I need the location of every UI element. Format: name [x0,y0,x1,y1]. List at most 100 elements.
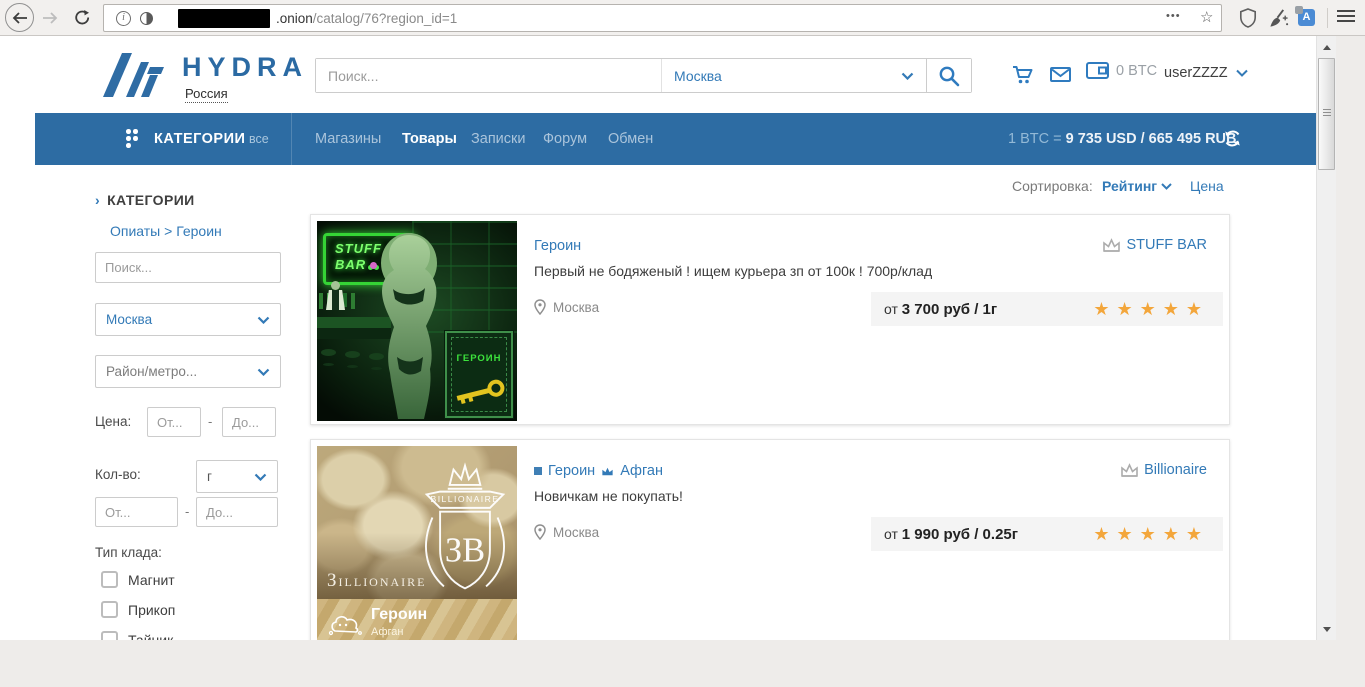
price-filter-label: Цена: [95,414,131,429]
wallet-button[interactable]: 0 BTC [1086,62,1157,79]
navbar-divider [291,113,292,165]
cart-icon [1012,64,1034,85]
range-dash: - [208,414,212,429]
region-select[interactable]: Москва [661,59,926,92]
categories-menu-button[interactable]: КАТЕГОРИИ [154,113,245,165]
bookmark-star-icon[interactable]: ☆ [1200,8,1213,26]
nav-item-shops[interactable]: Магазины [315,113,381,165]
vendor-link[interactable]: Billionaire [1120,462,1207,478]
bar-stool [345,351,360,358]
category-square-icon [534,467,542,475]
search-icon [938,65,960,87]
brand-title[interactable]: HYDRA [182,52,308,83]
bartender [331,281,340,290]
stash-option-stash[interactable]: Тайник [101,631,173,640]
listing-description: Новичкам не покупать! [534,488,683,504]
envelope-icon [1050,67,1071,82]
stash-option-burial[interactable]: Прикоп [101,601,175,618]
browser-viewport: HYDRA Россия Москва 0 BTC userZZZZ [0,36,1316,640]
listing-location: Москва [534,524,599,540]
district-select[interactable]: Район/метро... [95,355,281,388]
chevron-down-icon [901,72,914,80]
checkbox[interactable] [101,601,118,618]
nav-item-notes[interactable]: Записки [471,113,525,165]
sidebar-heading-label: КАТЕГОРИИ [107,192,195,208]
reload-button[interactable] [72,7,92,27]
main-navbar: КАТЕГОРИИ все Магазины Товары Записки Фо… [35,113,1316,165]
chevron-down-icon [257,368,270,376]
image-product-subtitle: Афган [371,626,403,638]
listing-title-link[interactable]: Героин [534,238,581,254]
brand-region-link[interactable]: Россия [185,86,228,103]
map-pin-icon [534,299,546,315]
quantity-from-input[interactable] [95,497,178,527]
sort-label: Сортировка: [1012,178,1093,194]
price-to-input[interactable] [222,407,276,437]
listing-card: STUFF BAR [310,214,1230,425]
search-button[interactable] [926,59,971,92]
tor-circuit-icon[interactable] [140,12,153,25]
city-select[interactable]: Москва [95,303,281,336]
vendor-link[interactable]: STUFF BAR [1102,237,1207,253]
stash-type-label: Тип клада: [95,545,162,560]
arrow-left-icon [12,11,28,25]
header-search-group: Москва [315,58,972,93]
shield-button[interactable] [1237,7,1259,29]
stash-option-magnet[interactable]: Магнит [101,571,175,588]
rate-refresh-button[interactable] [1223,129,1242,153]
scrollbar-thumb[interactable] [1318,58,1335,170]
nav-item-exchange[interactable]: Обмен [608,113,653,165]
district-placeholder: Район/метро... [106,364,197,379]
crest-banner-text: BILLIONAIRE [431,494,500,504]
bar-stool [321,349,336,356]
url-path: /catalog/76?region_id=1 [313,11,458,26]
categories-all-link[interactable]: все [249,113,269,165]
checkbox-label: Тайник [128,632,173,641]
quantity-to-input[interactable] [196,497,278,527]
listing-price: от 1 990 руб / 0.25г [884,517,1018,552]
user-menu[interactable]: userZZZZ [1164,65,1248,81]
new-identity-button[interactable] [1266,7,1290,29]
sort-by-rating[interactable]: Рейтинг [1102,178,1172,194]
menu-board-title: ГЕРОИН [447,353,511,364]
nav-item-forum[interactable]: Форум [543,113,587,165]
groundhog-icon [327,607,365,637]
nav-item-goods[interactable]: Товары [402,113,457,165]
vendor-name: Billionaire [1144,462,1207,478]
vertical-scrollbar[interactable] [1316,36,1336,640]
back-button[interactable] [5,3,34,32]
messages-button[interactable] [1050,67,1071,87]
btc-rate-prefix: 1 BTC = [1008,131,1066,147]
search-input[interactable] [316,59,661,92]
listing-title-link[interactable]: Героин [548,463,595,479]
checkbox[interactable] [101,571,118,588]
site-header: HYDRA Россия Москва 0 BTC userZZZZ [35,36,1316,113]
price-prefix: от [884,526,902,542]
page-actions-icon[interactable]: ••• [1166,10,1181,22]
scroll-down-button[interactable] [1317,620,1337,638]
checkbox[interactable] [101,631,118,640]
sidebar-search-input[interactable] [95,252,281,283]
site-info-icon[interactable]: i [116,11,131,26]
category-breadcrumb[interactable]: Опиаты > Героин [110,223,222,239]
page: HYDRA Россия Москва 0 BTC userZZZZ [35,36,1316,640]
arrow-right-icon [42,11,58,25]
listing-image[interactable]: ЗILLIONAIRE BILLIONAIRE ЗВ [317,446,517,640]
translate-icon[interactable]: A [1298,9,1315,26]
sidebar-categories-heading[interactable]: ›КАТЕГОРИИ [95,192,195,208]
url-text: .onion/catalog/76?region_id=1 [276,11,457,26]
unit-select[interactable]: г [196,460,278,493]
forward-button[interactable] [40,8,60,28]
price-from-input[interactable] [147,407,201,437]
scroll-up-button[interactable] [1317,38,1337,56]
url-bar[interactable]: i .onion/catalog/76?region_id=1 ••• ☆ [103,4,1222,32]
sort-by-price[interactable]: Цена [1190,178,1224,194]
listing-tag-link[interactable]: Афган [620,463,663,479]
listing-image[interactable]: STUFF BAR [317,221,517,421]
sort-rating-label: Рейтинг [1102,178,1157,194]
menu-button[interactable] [1337,10,1355,24]
listing-card: ЗILLIONAIRE BILLIONAIRE ЗВ [310,439,1230,640]
cart-button[interactable] [1012,64,1034,90]
chevron-down-icon [1161,183,1172,190]
hydra-logo-icon[interactable] [101,49,165,104]
